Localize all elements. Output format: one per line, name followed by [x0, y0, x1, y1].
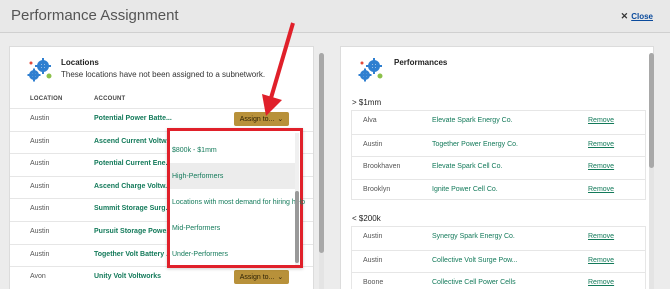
performances-title: Performances — [394, 58, 448, 67]
performance-name: Together Power Energy Co. — [432, 140, 518, 148]
list-item: Brookhaven Elevate Spark Cell Co. Remove — [352, 156, 645, 179]
chevron-down-icon: ⌄ — [277, 274, 284, 282]
account-link[interactable]: Together Volt Battery ... — [94, 251, 172, 258]
performance-location: Austin — [363, 256, 383, 264]
performance-location: Alva — [363, 117, 377, 124]
page-title: Performance Assignment — [11, 7, 179, 24]
dropdown-option[interactable]: Mid-Performers — [170, 215, 298, 241]
account-link[interactable]: Summit Storage Surg... — [94, 205, 171, 212]
location-cell: Austin — [30, 160, 50, 168]
assign-dropdown-menu[interactable]: $800k - $1mm High-Performers Locations wit… — [167, 128, 305, 268]
performances-scrollbar[interactable] — [649, 53, 654, 289]
dropdown-scroll-thumb[interactable] — [295, 191, 299, 263]
dropdown-option[interactable]: High-Performers — [170, 163, 298, 189]
list-item: Brooklyn Ignite Power Cell Co. Remove — [352, 178, 645, 202]
window-header: Performance Assignment ✕ Close — [0, 0, 670, 33]
performance-name: Collective Volt Surge Pow... — [432, 256, 518, 264]
performance-name: Ignite Power Cell Co. — [432, 185, 498, 193]
remove-link[interactable]: Remove — [588, 186, 614, 193]
list-item: Austin Collective Volt Surge Pow... Remove — [352, 249, 645, 273]
performance-location: Austin — [363, 140, 383, 148]
gears-icon — [358, 58, 383, 82]
assign-to-label: Assign to... — [239, 115, 275, 123]
group-heading: > $1mm — [352, 98, 382, 107]
close-link[interactable]: Close — [631, 12, 653, 21]
locations-scroll-thumb[interactable] — [319, 53, 324, 253]
list-item: Boone Collective Cell Power Cells Remove — [352, 272, 645, 289]
location-cell: Avon — [30, 273, 46, 281]
assign-to-button[interactable]: Assign to... ⌄ — [234, 270, 289, 285]
locations-title: Locations — [61, 58, 99, 67]
performance-location: Brookhaven — [363, 163, 401, 171]
location-cell: Austin — [30, 115, 50, 122]
close-button[interactable]: ✕ Close — [621, 11, 653, 22]
account-link[interactable]: Ascend Charge Voltw... — [94, 183, 171, 190]
remove-link[interactable]: Remove — [588, 279, 614, 286]
account-link[interactable]: Potential Current Ene... — [94, 160, 171, 167]
remove-link[interactable]: Remove — [588, 141, 614, 148]
locations-scrollbar[interactable] — [319, 53, 324, 289]
list-item: Alva Elevate Spark Energy Co. Remove — [352, 111, 645, 134]
gears-icon — [27, 58, 52, 82]
locations-subtitle: These locations have not been assigned t… — [61, 70, 266, 79]
location-cell: Austin — [30, 137, 50, 145]
column-header-location: LOCATION — [30, 96, 63, 102]
chevron-down-icon: ⌄ — [277, 116, 284, 123]
account-link[interactable]: Potential Power Batte... — [94, 115, 172, 122]
dropdown-option[interactable]: $800k - $1mm — [170, 137, 298, 163]
remove-link[interactable]: Remove — [588, 257, 614, 264]
location-cell: Austin — [30, 182, 50, 190]
assign-to-button[interactable]: Assign to... ⌄ — [234, 112, 289, 126]
list-item: Austin Synergy Spark Energy Co. Remove — [352, 227, 645, 250]
performance-name: Synergy Spark Energy Co. — [432, 233, 515, 240]
list-item: Austin Together Power Energy Co. Remove — [352, 133, 645, 157]
table-row: Avon Unity Volt Voltworks Assign to... ⌄ — [10, 266, 313, 289]
remove-link[interactable]: Remove — [588, 117, 614, 124]
dropdown-scrollbar[interactable] — [295, 133, 299, 265]
location-cell: Austin — [30, 250, 50, 258]
performance-name: Elevate Spark Cell Co. — [432, 163, 503, 171]
performances-scroll-thumb[interactable] — [649, 53, 654, 168]
column-header-account: ACCOUNT — [94, 96, 126, 102]
location-cell: Austin — [30, 205, 50, 213]
account-link[interactable]: Unity Volt Voltworks — [94, 273, 161, 280]
account-link[interactable]: Ascend Current Voltw... — [94, 138, 172, 145]
performance-name: Elevate Spark Energy Co. — [432, 117, 513, 124]
performances-panel: Performances > $1mm Alva Elevate Spark Ene… — [340, 46, 654, 289]
remove-link[interactable]: Remove — [588, 163, 614, 170]
performance-location: Boone — [363, 279, 384, 287]
performance-name: Collective Cell Power Cells — [432, 279, 516, 287]
performance-location: Brooklyn — [363, 185, 391, 193]
dropdown-option[interactable]: Locations with most demand for hiring he… — [170, 189, 305, 215]
group-heading: < $200k — [352, 214, 381, 223]
account-link[interactable]: Pursuit Storage Powe... — [94, 228, 172, 235]
assign-to-label: Assign to... — [239, 273, 275, 281]
group-list: Austin Synergy Spark Energy Co. Remove Aust… — [351, 226, 646, 289]
group-list: Alva Elevate Spark Energy Co. Remove Austin… — [351, 110, 646, 202]
remove-link[interactable]: Remove — [588, 233, 614, 240]
performance-location: Austin — [363, 233, 383, 240]
dropdown-option[interactable]: Under-Performers — [170, 241, 298, 267]
close-icon[interactable]: ✕ — [621, 11, 629, 22]
location-cell: Austin — [30, 228, 50, 235]
